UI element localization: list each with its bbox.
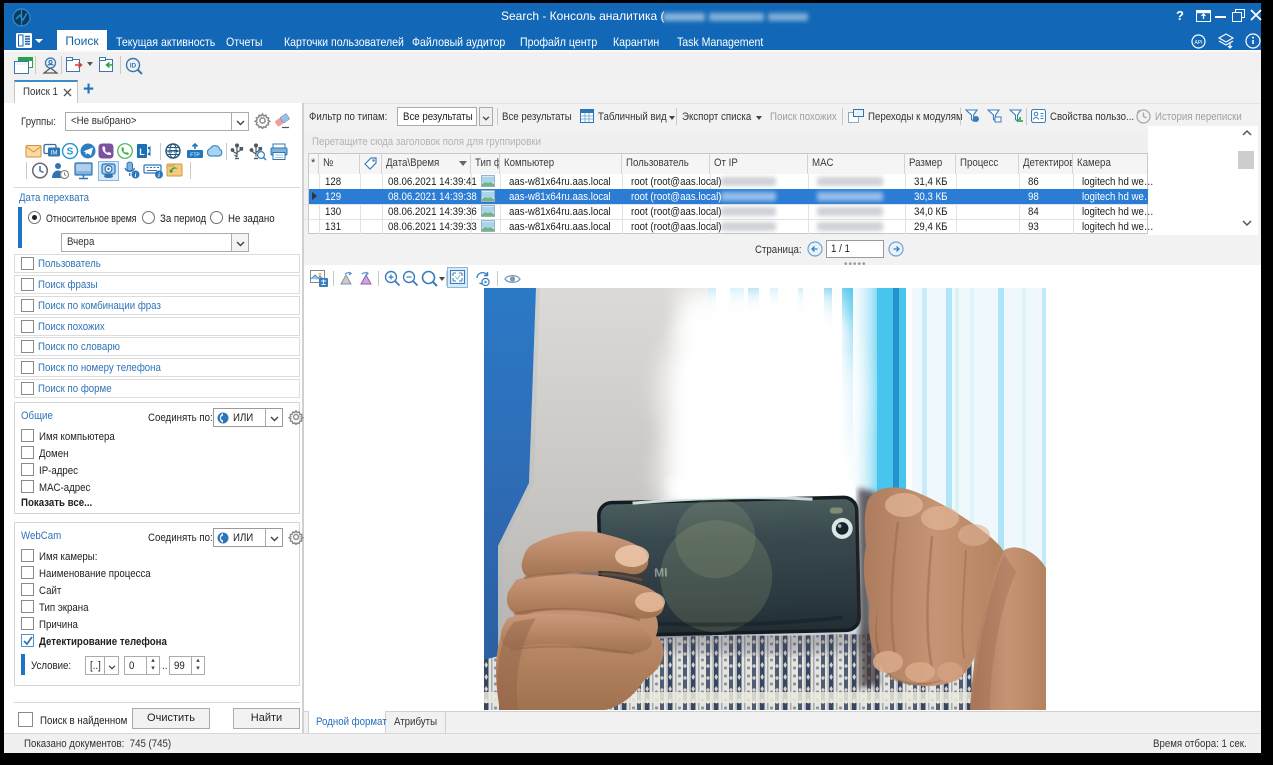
- svg-text:API: API: [1194, 40, 1202, 46]
- svg-text:MI: MI: [654, 565, 668, 579]
- svg-text:ID: ID: [130, 63, 137, 70]
- svg-text:L: L: [139, 147, 145, 157]
- svg-text:HTTP: HTTP: [168, 149, 179, 154]
- svg-text:S: S: [67, 147, 74, 158]
- svg-text:IM: IM: [51, 151, 58, 157]
- svg-text:FTP: FTP: [190, 153, 200, 159]
